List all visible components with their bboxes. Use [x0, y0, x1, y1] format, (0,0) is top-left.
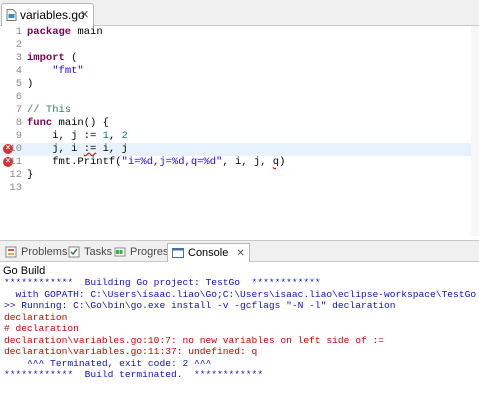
code-text: import (	[27, 52, 77, 65]
code-token: (	[64, 52, 78, 64]
go-file-icon	[6, 9, 17, 21]
code-line[interactable]: × 10 j, i := i, j	[0, 143, 479, 156]
editor-tab-label: variables.go	[20, 8, 85, 22]
code-token: j, i	[27, 143, 84, 155]
line-number: 8	[15, 117, 22, 129]
code-token: ,	[108, 130, 122, 142]
code-text: )	[27, 78, 33, 91]
code-text: }	[27, 169, 33, 182]
tab-console[interactable]: Console ✕	[167, 243, 250, 262]
console-line: ************ Building Go project: TestGo…	[4, 277, 321, 288]
line-number: 9	[15, 130, 22, 142]
code-text: func main() {	[27, 117, 109, 130]
console-line: with GOPATH: C:\Users\isaac.liao\Go;C:\U…	[4, 288, 477, 300]
code-token: import	[27, 52, 65, 64]
console-line: declaration\variables.go:10:7: no new va…	[4, 334, 384, 346]
tab-tasks-label: Tasks	[84, 246, 113, 258]
line-number: 1	[15, 26, 22, 38]
code-lines: 1 package main 2 3 import (4 "fmt" 5) 6 7// Thi…	[0, 26, 479, 195]
code-token: )	[279, 156, 286, 168]
code-line[interactable]: × 11 fmt.Printf("i=%d,j=%d,q=%d", i, j, q…	[0, 156, 479, 169]
code-text: // This	[27, 104, 71, 117]
close-icon[interactable]: ✕	[236, 248, 244, 259]
code-line[interactable]: 1 package main	[0, 26, 479, 39]
code-token: }	[27, 169, 34, 181]
code-text: "fmt"	[27, 65, 84, 78]
code-line[interactable]: 4 "fmt"	[0, 65, 479, 78]
tab-problems[interactable]: Problems	[5, 244, 67, 260]
code-token: , i, j,	[222, 156, 273, 168]
editor-tab-variables-go[interactable]: variables.go ✕	[1, 3, 94, 26]
code-text: package main	[27, 26, 103, 39]
console-line: ************ Build terminated. *********…	[4, 369, 264, 380]
console-output[interactable]: ************ Building Go project: TestGo…	[4, 277, 478, 381]
code-line[interactable]: 9 i, j := 1, 2	[0, 130, 479, 143]
line-number: 6	[15, 91, 22, 103]
console-line: >> Running: C:\Go\bin\go.exe install -v …	[4, 300, 396, 311]
overview-ruler[interactable]	[471, 26, 479, 236]
code-text: fmt.Printf("i=%d,j=%d,q=%d", i, j, q)	[27, 156, 285, 169]
code-token: i, j :=	[27, 130, 103, 142]
tab-console-label: Console	[188, 247, 229, 259]
console-icon	[172, 248, 184, 259]
code-token: main() {	[52, 117, 109, 129]
line-number: 2	[15, 39, 22, 51]
code-line[interactable]: 3 import (	[0, 52, 479, 65]
line-number: 4	[15, 65, 22, 77]
code-line[interactable]: 5)	[0, 78, 479, 91]
console-line: declaration	[4, 311, 68, 323]
views-tab-bar: Problems Tasks Progress Console ✕	[0, 240, 479, 262]
code-token: // This	[27, 104, 72, 116]
problems-icon	[5, 246, 17, 258]
tab-problems-label: Problems	[21, 246, 68, 258]
code-token: package	[27, 26, 72, 38]
code-token: 2	[121, 130, 128, 142]
console-line: # declaration	[4, 323, 79, 334]
close-icon[interactable]: ✕	[80, 8, 89, 22]
code-line[interactable]: 2	[0, 39, 479, 52]
code-line[interactable]: 12}	[0, 169, 479, 182]
progress-icon	[114, 247, 126, 257]
line-number: 11	[9, 156, 22, 168]
editor-tab-bar: variables.go ✕	[0, 0, 479, 26]
line-number: 10	[9, 143, 22, 155]
tasks-icon	[68, 246, 80, 258]
console-title: Go Build	[3, 265, 46, 277]
code-line[interactable]: 7 // This	[0, 104, 479, 117]
line-number: 3	[15, 52, 22, 64]
line-number: 7	[15, 104, 22, 116]
console-line: ^^^ Terminated, exit code: 2 ^^^	[4, 357, 212, 369]
code-token: "i=%d,j=%d,q=%d"	[121, 156, 223, 168]
code-editor[interactable]: 1 package main 2 3 import (4 "fmt" 5) 6 7// Thi…	[0, 26, 479, 236]
code-line[interactable]: 13	[0, 182, 479, 195]
console-line: declaration\variables.go:11:37: undefine…	[4, 346, 258, 357]
code-text: i, j := 1, 2	[27, 130, 128, 143]
tab-progress[interactable]: Progress	[114, 244, 174, 260]
code-text: j, i := i, j	[27, 143, 128, 156]
line-number: 5	[15, 78, 22, 90]
error-token: :=	[83, 143, 97, 155]
code-line[interactable]: 8 func main() {	[0, 117, 479, 130]
code-token: func	[27, 117, 53, 129]
code-line[interactable]: 6	[0, 91, 479, 104]
code-token: i, j	[96, 143, 128, 155]
tab-tasks[interactable]: Tasks	[68, 244, 112, 260]
line-number: 12	[9, 169, 22, 181]
line-number: 13	[9, 182, 22, 194]
code-token: fmt.Printf(	[27, 156, 122, 168]
code-token: )	[27, 78, 34, 90]
code-token: "fmt"	[52, 65, 84, 77]
code-token: main	[71, 26, 103, 38]
